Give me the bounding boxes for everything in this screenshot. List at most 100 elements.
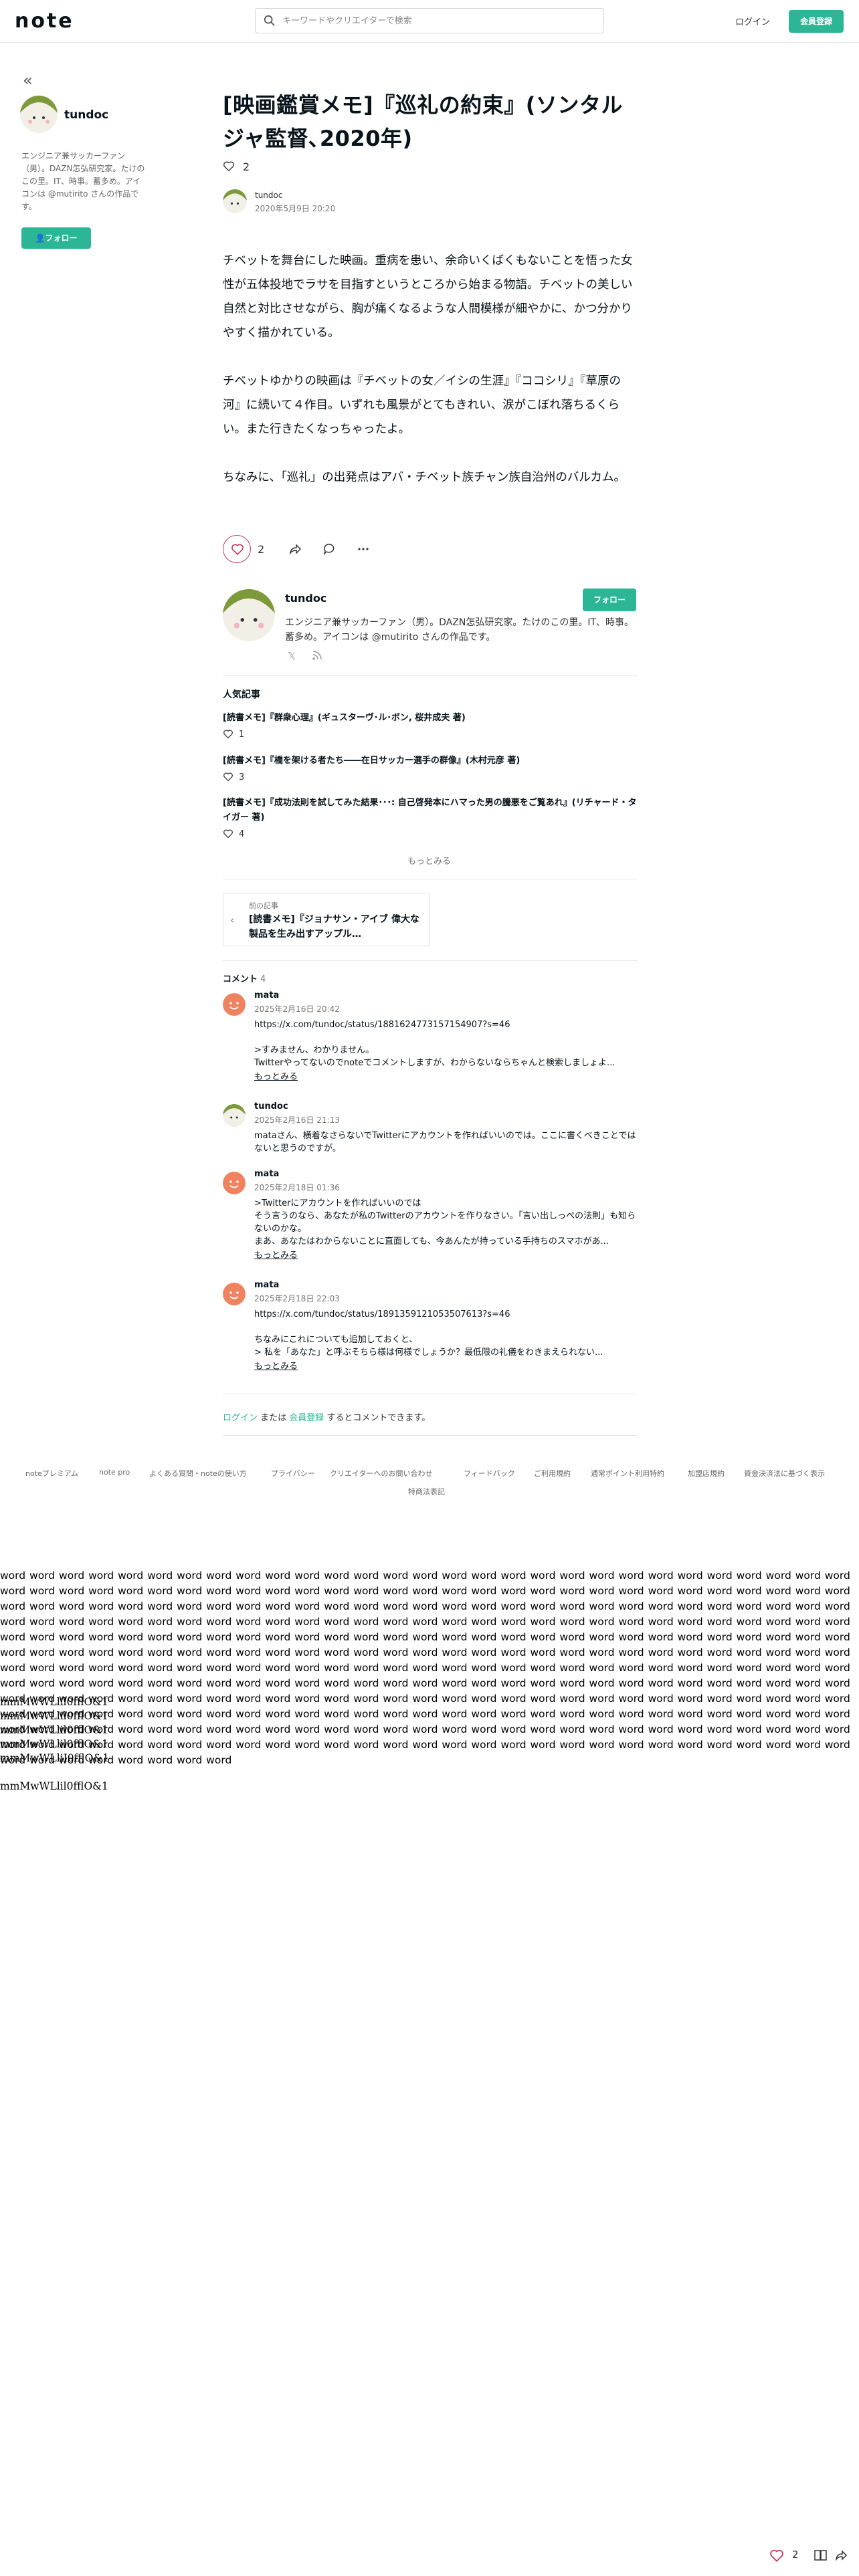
comment-date: 2025年2月16日 21:13 [254, 1115, 340, 1125]
author-card-follow-button[interactable]: フォロー [583, 588, 636, 611]
comment-more-link[interactable]: もっとみる [254, 1249, 298, 1262]
comment-line [254, 1321, 637, 1333]
comment-signup-link[interactable]: 会員登録 [289, 1413, 324, 1423]
popular-item-title[interactable]: [読書メモ]『橋を架ける者たち――在日サッカー選手の群像』(木村元彦 著) [223, 754, 638, 768]
avatar[interactable] [223, 589, 275, 641]
comment-line: >Twitterにアカウントを作ればいいのでは [254, 1198, 421, 1208]
note-logo[interactable]: note [15, 9, 74, 33]
footer-link[interactable]: フィードバック [464, 1468, 515, 1479]
footer-link[interactable]: プライバシー [271, 1468, 315, 1479]
comment-text: https://x.com/tundoc/status/188162477315… [254, 1018, 637, 1083]
x-icon[interactable]: 𝕏 [288, 650, 296, 662]
share-icon[interactable] [288, 542, 302, 556]
glyph-line [0, 1765, 109, 1780]
article-date: 2020年5月9日 20:20 [255, 204, 336, 213]
footer-link[interactable]: 資金決済法に基づく表示 [744, 1468, 825, 1479]
popular-item-likes: 3 [239, 772, 245, 782]
footer-link[interactable]: noteプレミアム [25, 1468, 78, 1479]
share-icon[interactable] [834, 2549, 848, 2562]
glyph-line: mmMwWLlil0fflO&1 [0, 1696, 108, 1708]
filler-text: word word word word word word word word … [0, 1570, 850, 1766]
comment-more-link[interactable]: もっとみる [254, 1360, 298, 1373]
glyph-line: mmMwWLliI0fflO&1 [0, 1752, 109, 1764]
comment: mata 2025年2月18日 01:36 >Twitterにアカウントを作れば… [223, 1169, 638, 1269]
comment-line: >すみません、わかりません。 [254, 1045, 375, 1055]
author-card-name[interactable]: tundoc [285, 592, 326, 605]
avatar[interactable] [223, 993, 246, 1016]
footer-link[interactable]: 加盟店規約 [688, 1468, 725, 1479]
avatar[interactable] [20, 96, 58, 133]
popular-item-title[interactable]: [読書メモ]『成功法則を試してみた結果･･･: 自己啓発本にハマった男の騰悪をご… [223, 796, 638, 825]
rss-icon[interactable] [312, 650, 322, 661]
popular-item-likes: 4 [239, 829, 245, 839]
comment-text: mataさん、横着なさらないでTwitterにアカウントを作ればいいのでは。ここ… [254, 1130, 637, 1155]
like-button[interactable] [223, 535, 251, 563]
floating-like-count: 2 [792, 2549, 799, 2561]
comments-heading-label: コメント [223, 974, 258, 984]
avatar[interactable] [223, 1283, 246, 1305]
footer-link[interactable]: ご利用規約 [534, 1468, 571, 1479]
avatar[interactable] [223, 189, 247, 213]
comment-author[interactable]: mata [254, 1280, 279, 1290]
article-author-name[interactable]: tundoc [255, 191, 282, 200]
heart-icon [223, 161, 234, 172]
avatar[interactable] [223, 1172, 246, 1194]
popular-item-title[interactable]: [読書メモ]『群衆心理』(ギュスターヴ･ル･ボン, 桜井成夫 著) [223, 711, 638, 726]
comment-text: https://x.com/tundoc/status/189135912105… [254, 1308, 637, 1373]
footer-link[interactable]: よくある質問・noteの使い方 [149, 1468, 247, 1479]
comment-author[interactable]: mata [254, 1169, 279, 1179]
comment-author[interactable]: mata [254, 990, 279, 1000]
header: note ログイン 会員登録 [0, 0, 859, 43]
footer-link[interactable]: note pro [99, 1468, 130, 1477]
heart-icon[interactable] [769, 2549, 784, 2563]
comment-date: 2025年2月18日 01:36 [254, 1183, 340, 1192]
sidebar-follow-button[interactable]: 👤フォロー [21, 227, 91, 249]
login-link[interactable]: ログイン [735, 15, 770, 27]
comment-author[interactable]: tundoc [254, 1101, 288, 1111]
follow-user-icon: 👤 [35, 233, 45, 243]
article-paragraph: チベットを舞台にした映画。重病を患い、余命いくばくもないことを悟った女性が五体投… [223, 254, 633, 340]
search-box[interactable] [255, 8, 604, 33]
popular-item[interactable]: [読書メモ]『成功法則を試してみた結果･･･: 自己啓発本にハマった男の騰悪をご… [223, 796, 638, 839]
heart-icon [223, 772, 233, 782]
comments-heading: コメント 4 [223, 972, 266, 984]
comment-line [254, 1031, 637, 1044]
more-options-icon[interactable] [357, 542, 370, 556]
footer-link[interactable]: クリエイターへのお問い合わせ [330, 1468, 433, 1479]
comment-more-link[interactable]: もっとみる [254, 1071, 298, 1083]
avatar[interactable] [223, 1104, 246, 1127]
comment-line: https://x.com/tundoc/status/188162477315… [254, 1020, 510, 1030]
footer-link[interactable]: 通常ポイント利用特約 [591, 1468, 664, 1479]
comment-line: まあ、あなたはわからないことに直面しても、今あんたが持っている手持ちのスマホがあ… [254, 1237, 609, 1247]
search-icon [264, 15, 275, 26]
article-title: [映画鑑賞メモ]『巡礼の約束』(ソンタルジャ監督､2020年) [223, 92, 623, 151]
signup-button[interactable]: 会員登録 [789, 10, 844, 33]
search-input[interactable] [282, 9, 597, 33]
heart-icon [231, 544, 244, 556]
comment-line: そう言うのなら、あなたが私のTwitterのアカウントを作りなさい。「言い出しっ… [254, 1211, 636, 1234]
prev-article-card[interactable]: ‹ 前の記事 [読書メモ]『ジョナサン・アイブ 偉大な製品を生み出すアップル… [223, 893, 430, 946]
magazine-add-icon[interactable] [814, 2549, 828, 2562]
collapse-sidebar-icon[interactable]: « [23, 72, 33, 88]
popular-item[interactable]: [読書メモ]『橋を架ける者たち――在日サッカー選手の群像』(木村元彦 著) 3 [223, 754, 638, 782]
comment-or-text: または [258, 1413, 290, 1423]
article-paragraph: ちなみに、「巡礼」の出発点はアバ・チベット族チャン族自治州のバルカム。 [223, 471, 626, 484]
comment-prompt-text: するとコメントできます。 [324, 1413, 431, 1423]
comment-login-link[interactable]: ログイン [223, 1413, 258, 1423]
prev-article-label: 前の記事 [249, 901, 278, 910]
popular-item[interactable]: [読書メモ]『群衆心理』(ギュスターヴ･ル･ボン, 桜井成夫 著) 1 [223, 711, 638, 740]
sidebar-author-name[interactable]: tundoc [64, 108, 108, 122]
footer-link[interactable]: 特商法表記 [408, 1486, 445, 1497]
comments-login-prompt: ログイン または 会員登録 するとコメントできます。 [223, 1410, 430, 1423]
comments-count: 4 [260, 974, 266, 984]
comment-text: >Twitterにアカウントを作ればいいのでは そう言うのなら、あなたが私のTw… [254, 1197, 637, 1262]
chevron-left-icon: ‹ [230, 914, 235, 926]
comment-date: 2025年2月18日 22:03 [254, 1294, 340, 1303]
article-paragraph: チベットゆかりの映画は『チベットの女／イシの生涯』『ココシリ』『草原の河』に続い… [223, 374, 621, 436]
popular-more-link[interactable]: もっとみる [407, 854, 451, 867]
comment-icon[interactable] [323, 542, 337, 556]
comment: mata 2025年2月18日 22:03 https://x.com/tund… [223, 1280, 638, 1380]
comment-line: > 私を「あなた」と呼ぶそちら様は何様でしょうか？最低限の礼儀をわきまえられない… [254, 1348, 603, 1358]
sidebar-follow-label: フォロー [45, 233, 78, 243]
prev-article-title[interactable]: [読書メモ]『ジョナサン・アイブ 偉大な製品を生み出すアップル… [249, 912, 423, 942]
